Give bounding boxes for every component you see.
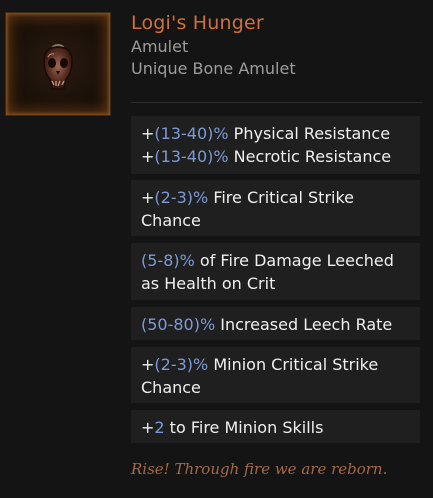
header-divider (131, 102, 423, 103)
bone-amulet-icon (43, 44, 73, 90)
affix-line: as Health on Crit (141, 272, 410, 295)
affix-range-value: (2-3)% (154, 355, 209, 374)
item-type: Amulet (131, 37, 189, 56)
affix-line: Chance (141, 209, 410, 232)
affix-line: (50-80)% Increased Leech Rate (141, 313, 410, 336)
affix-line: Chance (141, 376, 410, 399)
affix-box: +2 to Fire Minion Skills (131, 410, 420, 443)
affix-box: +(13-40)% Physical Resistance +(13-40)% N… (131, 116, 420, 174)
item-icon-frame (5, 12, 111, 116)
affix-prefix: + (141, 147, 155, 166)
affix-text: of Fire Damage Leeched (194, 251, 394, 270)
affix-prefix: + (141, 355, 155, 374)
affix-line: +2 to Fire Minion Skills (141, 416, 410, 439)
affix-line: +(13-40)% Necrotic Resistance (141, 145, 410, 168)
affix-text: Increased Leech Rate (215, 315, 393, 334)
affix-range-value: (2-3)% (154, 188, 209, 207)
affix-prefix: + (141, 188, 155, 207)
item-name: Logi's Hunger (131, 12, 264, 34)
affix-line: +(2-3)% Minion Critical Strike (141, 353, 410, 376)
affix-text: Chance (141, 378, 201, 397)
affix-text: as Health on Crit (141, 274, 276, 293)
affix-line: +(13-40)% Physical Resistance (141, 122, 410, 145)
affix-text: Minion Critical Strike (208, 355, 379, 374)
affix-range-value: 2 (154, 418, 165, 437)
affix-box: +(2-3)% Fire Critical Strike Chance (131, 180, 420, 236)
affix-text: Fire Critical Strike (208, 188, 354, 207)
affix-text: Chance (141, 211, 201, 230)
flavor-text: Rise! Through fire we are reborn. (131, 460, 388, 478)
item-base: Unique Bone Amulet (131, 59, 296, 78)
affix-box: (50-80)% Increased Leech Rate (131, 307, 420, 340)
affix-range-value: (5-8)% (141, 251, 195, 270)
affix-prefix: + (141, 124, 155, 143)
affix-range-value: (13-40)% (154, 124, 229, 143)
affix-prefix: + (141, 418, 155, 437)
affix-box: +(2-3)% Minion Critical Strike Chance (131, 347, 420, 403)
affix-line: +(2-3)% Fire Critical Strike (141, 186, 410, 209)
affix-text: Necrotic Resistance (228, 147, 392, 166)
affix-text: Physical Resistance (228, 124, 391, 143)
affix-range-value: (13-40)% (154, 147, 229, 166)
affix-line: (5-8)% of Fire Damage Leeched (141, 249, 410, 272)
affix-range-value: (50-80)% (141, 315, 216, 334)
item-header: Logi's Hunger Amulet Unique Bone Amulet (131, 10, 423, 80)
affix-text: to Fire Minion Skills (164, 418, 324, 437)
affix-box: (5-8)% of Fire Damage Leeched as Health o… (131, 243, 420, 300)
